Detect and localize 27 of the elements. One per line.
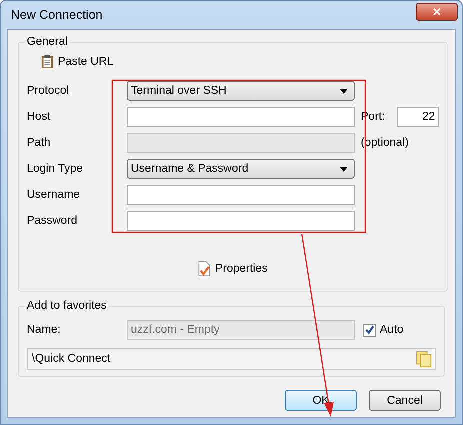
field-label: Host [27, 111, 52, 123]
input-field[interactable] [127, 211, 355, 231]
field-label: Login Type [27, 163, 84, 175]
port-field[interactable]: 22 [397, 107, 440, 127]
folders-icon[interactable] [416, 350, 433, 368]
document-check-icon [198, 261, 212, 277]
checkbox[interactable] [363, 324, 376, 336]
name-label: Name: [27, 324, 62, 336]
caret-icon [340, 88, 348, 94]
dropdown[interactable]: Username & Password [127, 159, 355, 179]
input-field[interactable] [127, 185, 355, 205]
paste-url-button[interactable]: Paste URL [41, 54, 114, 70]
dialog-button[interactable]: Cancel [369, 390, 441, 411]
group-title: General [26, 36, 69, 48]
caret-icon [340, 166, 348, 172]
field-label: Password [27, 215, 78, 227]
group-title: Add to favorites [26, 300, 108, 312]
properties-button[interactable]: Properties [198, 261, 268, 277]
input-field[interactable] [127, 107, 355, 127]
clipboard-icon [41, 54, 54, 70]
field-label: Path [27, 137, 52, 149]
dropdown[interactable]: Terminal over SSH [127, 81, 355, 101]
field-label: Username [27, 189, 82, 201]
window-title: New Connection [10, 8, 103, 22]
field-label: Protocol [27, 85, 70, 97]
checkbox-label: Auto [380, 324, 404, 336]
folder-field[interactable]: \Quick Connect [27, 348, 436, 370]
